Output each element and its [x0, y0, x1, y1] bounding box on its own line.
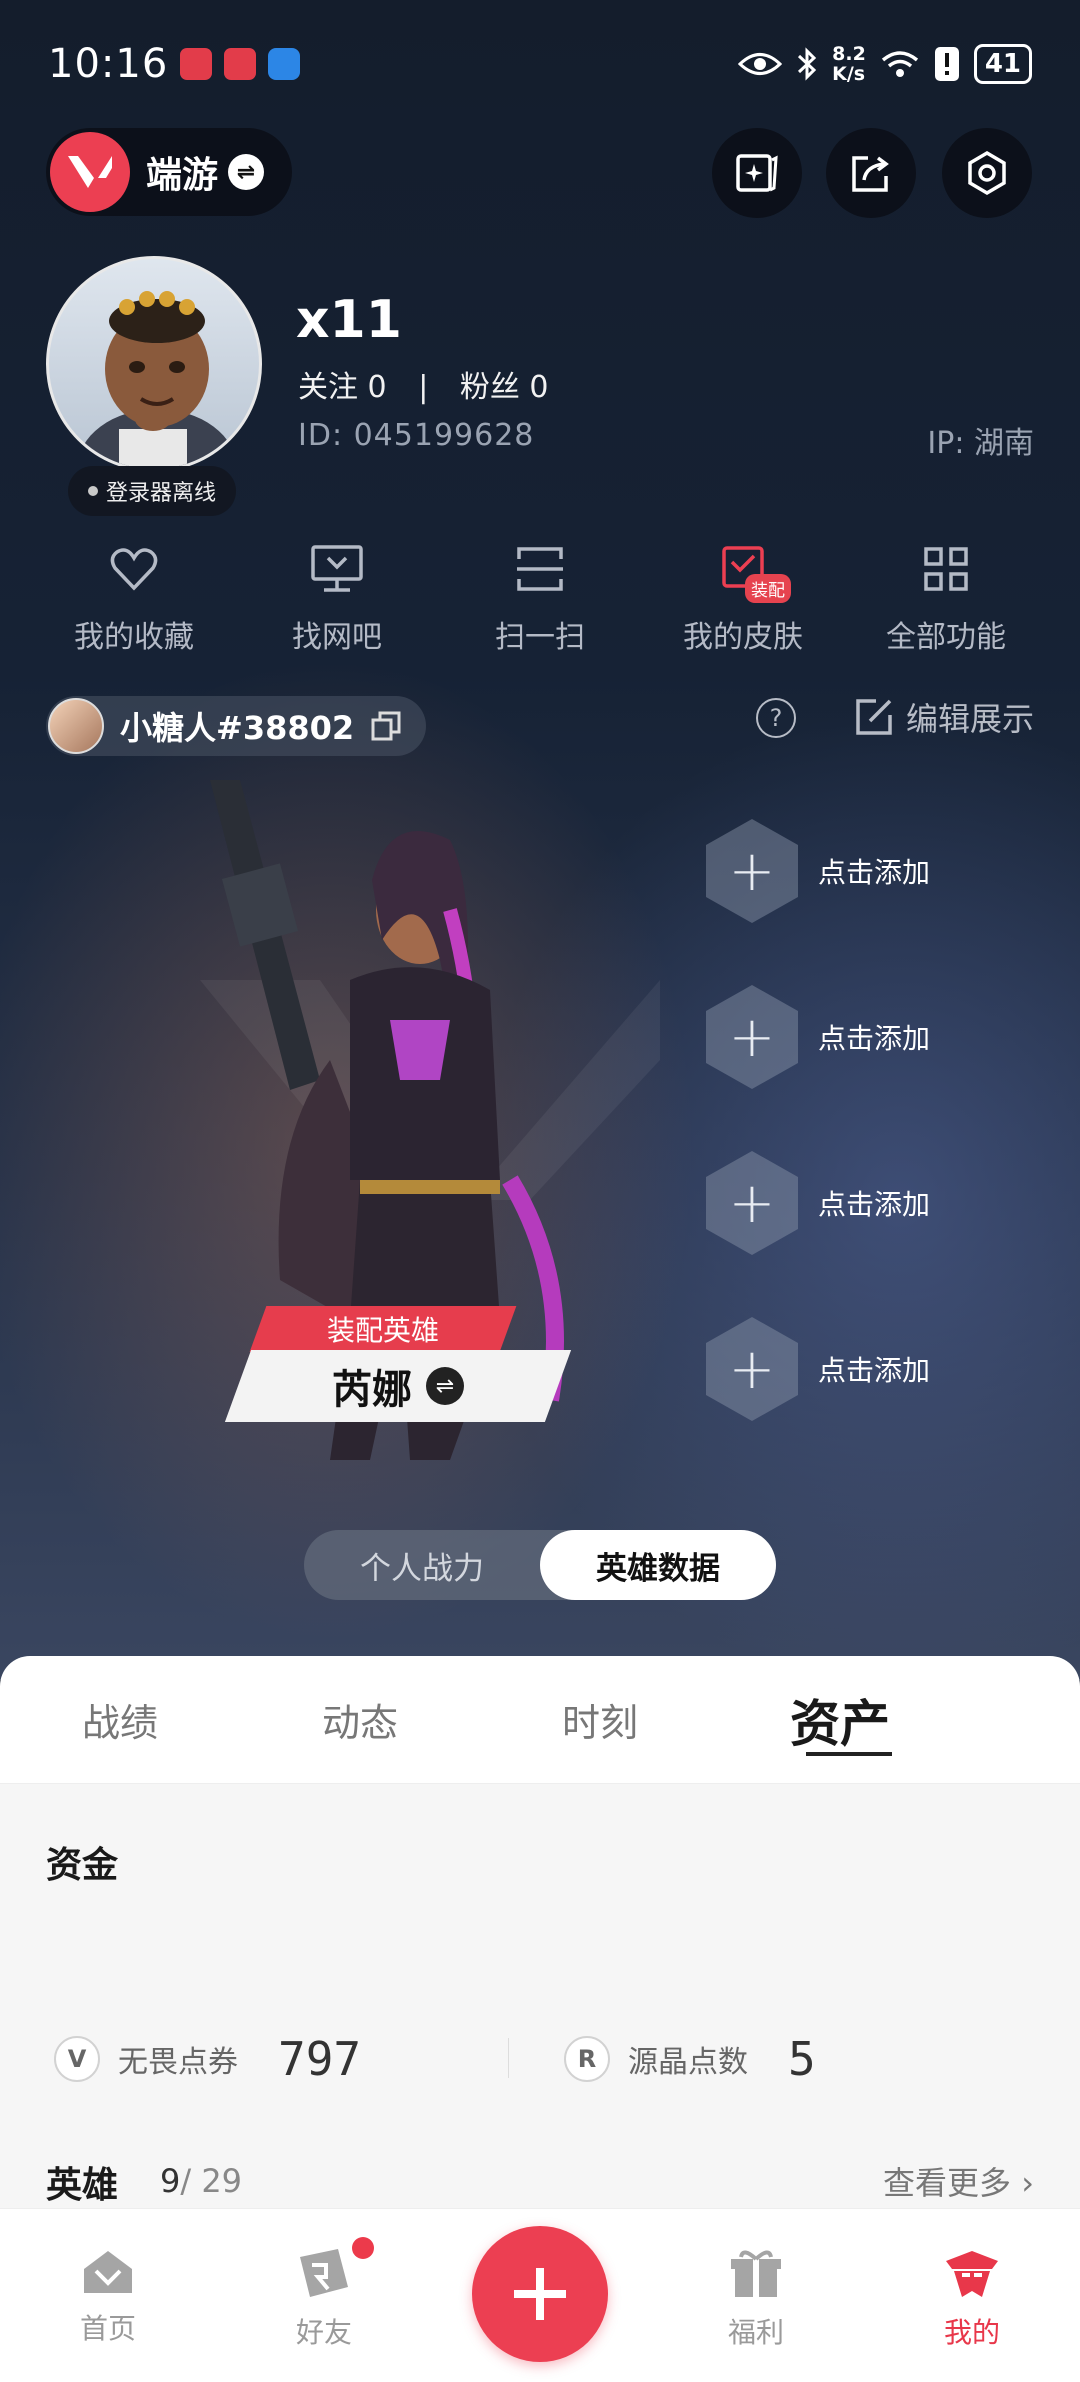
plus-icon	[514, 2268, 566, 2320]
settings-button[interactable]	[942, 128, 1032, 218]
heroes-count: 9/ 29	[160, 2162, 243, 2200]
app-name: 端游	[146, 155, 219, 196]
notification-browser-icon	[268, 48, 301, 80]
quick-item-my-skins[interactable]: 装配 我的皮肤	[643, 540, 843, 656]
home-icon	[84, 2251, 132, 2293]
gift-icon	[731, 2250, 781, 2297]
copy-icon[interactable]	[370, 710, 402, 742]
eye-icon	[738, 53, 783, 75]
divider	[508, 2038, 509, 2078]
app-switch-button[interactable]: 端游 ⇌	[46, 128, 292, 216]
notification-dot	[352, 2237, 374, 2259]
clock: 10:16	[48, 41, 169, 87]
plus-icon: +	[706, 819, 798, 923]
notification-app-icon	[224, 48, 257, 80]
add-slot-1[interactable]: + 点击添加	[706, 816, 1006, 926]
game-avatar	[48, 698, 104, 754]
funds-title: 资金	[46, 1845, 119, 1886]
profile-icon	[946, 2251, 998, 2297]
help-icon[interactable]: ?	[756, 698, 796, 738]
friends-icon	[300, 2249, 348, 2297]
quick-item-all-features[interactable]: 全部功能	[846, 540, 1046, 656]
quick-actions: 我的收藏 找网吧 扫一扫 装配 我的皮肤 全部功能	[34, 540, 1046, 656]
following-count[interactable]: 关注 0	[298, 370, 387, 405]
nav-friends[interactable]: 好友	[216, 2209, 432, 2351]
username: x11	[296, 290, 402, 350]
ip-location: IP: 湖南	[927, 426, 1034, 461]
tab-indicator	[806, 1751, 892, 1756]
tab-moments[interactable]: 时刻	[480, 1692, 720, 1747]
divider: |	[418, 370, 429, 405]
rp-balance[interactable]: R 源晶点数 5	[564, 2032, 816, 2086]
battery-indicator: 41	[973, 44, 1032, 84]
create-post-button[interactable]	[472, 2226, 608, 2362]
radianite-points-icon: R	[564, 2036, 610, 2082]
chevron-right-icon: ›	[1021, 2164, 1034, 2202]
edit-display-button[interactable]: 编辑展示	[854, 694, 1034, 740]
scan-icon	[511, 540, 569, 598]
share-button[interactable]	[826, 128, 916, 218]
nav-me[interactable]: 我的	[864, 2209, 1080, 2351]
vp-balance[interactable]: V 无畏点券 797	[54, 2032, 361, 2086]
valorant-logo-icon	[50, 132, 130, 212]
user-id: ID: 045199628	[298, 418, 535, 453]
plus-icon: +	[706, 985, 798, 1089]
plus-icon: +	[706, 1317, 798, 1421]
nav-home[interactable]: 首页	[0, 2209, 216, 2347]
monitor-icon	[308, 540, 366, 598]
heroes-title: 英雄	[46, 2165, 119, 2206]
status-dot	[88, 486, 98, 496]
edit-icon	[856, 699, 892, 735]
game-account-chip[interactable]: 小糖人#38802	[46, 696, 426, 756]
create-card-button[interactable]	[712, 128, 802, 218]
add-slot-4[interactable]: + 点击添加	[706, 1314, 1006, 1424]
bluetooth-icon	[798, 47, 817, 81]
profile-hero: 10:16 8.2 K/s 41 端游 ⇌ 登录器离线 x11 关注 0 | 粉…	[0, 0, 1080, 1680]
follow-stats: 关注 0 | 粉丝 0	[298, 362, 548, 406]
equip-badge: 装配	[745, 574, 791, 603]
valorant-points-icon: V	[54, 2036, 100, 2082]
tab-feed[interactable]: 动态	[240, 1692, 480, 1747]
net-speed: 8.2 K/s	[832, 43, 866, 85]
avatar[interactable]	[46, 256, 262, 472]
quick-item-scan[interactable]: 扫一扫	[440, 540, 640, 656]
nav-rewards[interactable]: 福利	[648, 2209, 864, 2351]
grid-icon	[917, 540, 975, 598]
tab-record[interactable]: 战绩	[0, 1692, 240, 1747]
quick-item-internet-cafe[interactable]: 找网吧	[237, 540, 437, 656]
plus-icon: +	[706, 1151, 798, 1255]
followers-count[interactable]: 粉丝 0	[460, 370, 549, 405]
add-slot-3[interactable]: + 点击添加	[706, 1148, 1006, 1258]
agent-name-plate[interactable]: 芮娜 ⇌	[224, 1350, 572, 1422]
share-icon	[852, 156, 889, 192]
riot-id: 小糖人#38802	[120, 709, 355, 747]
heart-icon	[105, 540, 163, 598]
tab-assets[interactable]: 资产	[720, 1684, 960, 1756]
switch-agent-icon: ⇌	[426, 1367, 464, 1405]
swap-icon: ⇌	[228, 154, 265, 190]
equipped-hero-tag: 装配英雄	[249, 1306, 517, 1352]
quick-item-favorites[interactable]: 我的收藏	[34, 540, 234, 656]
gear-icon	[968, 150, 1006, 196]
tab-bar: 战绩 动态 时刻 资产	[0, 1656, 1080, 1784]
add-slot-2[interactable]: + 点击添加	[706, 982, 1006, 1092]
wifi-icon	[881, 51, 918, 77]
sparkle-card-icon	[736, 154, 778, 192]
see-more-link[interactable]: 查看更多 ›	[883, 2158, 1034, 2204]
notification-app-icon	[180, 48, 213, 80]
stats-toggle: 个人战力 英雄数据	[304, 1530, 776, 1600]
toggle-personal-power[interactable]: 个人战力	[304, 1530, 540, 1600]
status-bar: 10:16 8.2 K/s 41	[48, 38, 1032, 90]
toggle-hero-data[interactable]: 英雄数据	[540, 1530, 776, 1600]
alert-icon	[934, 47, 959, 81]
launcher-status-badge: 登录器离线	[68, 466, 237, 516]
